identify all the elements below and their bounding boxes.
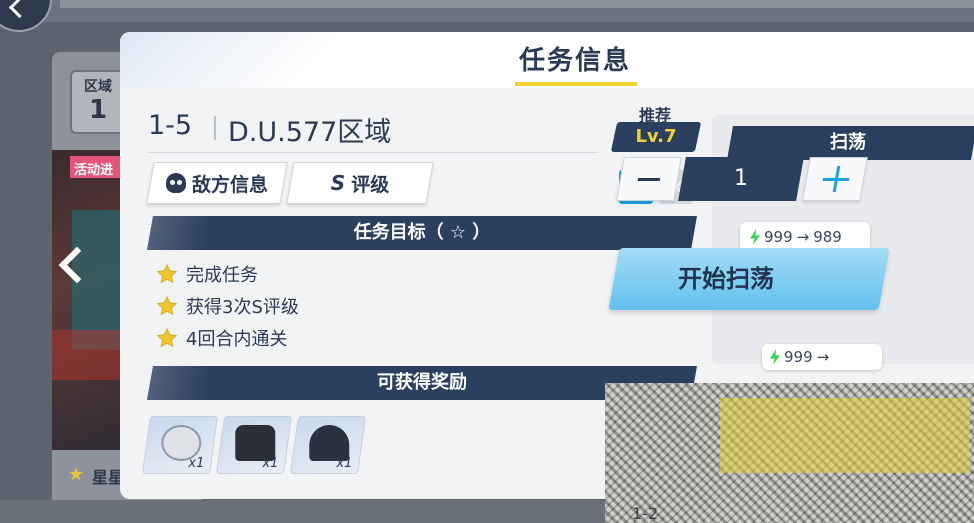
stage-divider [148, 152, 598, 153]
objective-item: 获得3次S评级 [156, 290, 299, 322]
area-indicator: 区域 1 [70, 70, 126, 134]
stage-name: D.U.577区域 [228, 117, 392, 148]
decrease-button[interactable] [616, 157, 682, 201]
reward-item-cap[interactable]: x1 [289, 416, 367, 474]
start-sweep-button[interactable]: 开始扫荡 [608, 248, 890, 310]
objective-text: 获得3次S评级 [186, 297, 299, 318]
star-icon [156, 263, 178, 284]
stage-id: 1-5 [148, 110, 193, 141]
arrow-right-icon: → [796, 228, 810, 246]
objectives-header: 任务目标（ ☆ ） [147, 216, 697, 250]
reward-item-bag[interactable]: x1 [215, 416, 293, 474]
ap-current-secondary: 999 [784, 348, 813, 366]
increase-button[interactable] [802, 157, 868, 201]
background-top-bar [60, 0, 974, 8]
reward-qty: x1 [188, 456, 205, 471]
energy-icon [770, 349, 780, 365]
grade-label: 评级 [351, 173, 390, 196]
energy-icon [750, 229, 760, 245]
arrow-right-icon: → [816, 348, 830, 366]
objective-text: 完成任务 [186, 265, 258, 286]
star-icon [156, 327, 178, 348]
mosaic-overlay [605, 383, 974, 523]
ap-cost-bubble-secondary: 999 → [762, 344, 882, 370]
sweep-quantity: 1 [678, 157, 804, 201]
reward-item-badge[interactable]: x1 [141, 416, 219, 474]
reward-qty: x1 [336, 456, 353, 471]
rewards-list: x1 x1 x1 [141, 416, 367, 474]
s-rank-icon: S [330, 171, 346, 195]
modal-title: 任务信息 [518, 46, 631, 76]
sweep-quantity-value: 1 [734, 166, 748, 191]
grade-button[interactable]: S 评级 [286, 162, 434, 204]
start-sweep-label: 开始扫荡 [678, 265, 774, 293]
recommended-level: Lv.7 [635, 126, 677, 147]
title-underline [515, 82, 637, 86]
recommended-level-badge: Lv.7 [610, 122, 702, 152]
star-icon [156, 295, 178, 316]
area-label: 区域 [84, 79, 112, 95]
back-button[interactable] [0, 0, 52, 32]
objective-item: 4回合内通关 [156, 322, 299, 354]
stage-separator [214, 116, 216, 140]
ap-after: 989 [813, 228, 842, 246]
enemy-info-button[interactable]: 敌方信息 [146, 162, 288, 204]
sweep-header-text: 扫荡 [830, 132, 866, 153]
bottom-stage-number: 1-2 [632, 504, 659, 523]
objectives-list: 完成任务 获得3次S评级 4回合内通关 [156, 258, 299, 354]
objective-text: 4回合内通关 [186, 329, 288, 350]
objectives-header-text: 任务目标（ ☆ ） [353, 222, 491, 243]
skull-icon [165, 173, 186, 193]
reward-qty: x1 [262, 456, 279, 471]
area-number: 1 [88, 95, 108, 125]
star-icon: ★ [68, 464, 85, 485]
sweep-header: 扫荡 [727, 126, 974, 160]
objective-item: 完成任务 [156, 258, 299, 290]
ap-current: 999 [764, 228, 793, 246]
enemy-info-label: 敌方信息 [191, 173, 268, 196]
